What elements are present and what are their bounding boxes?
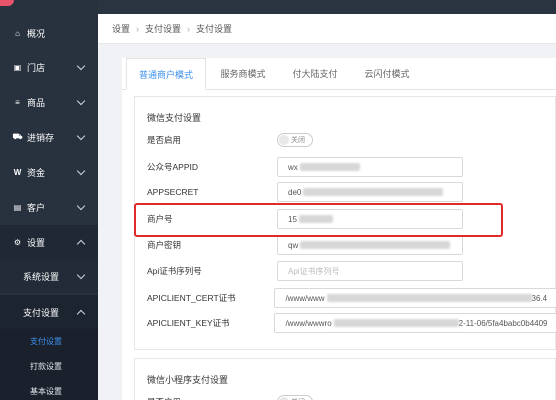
gear-icon: ⚙ <box>13 237 22 247</box>
tab-unionpay[interactable]: 云闪付模式 <box>354 58 420 90</box>
tab-bar: 普通商户模式 服务商模式 付大陆支付 云闪付模式 <box>122 58 556 90</box>
toggle-knob <box>279 135 289 145</box>
input-value: wx <box>288 162 298 172</box>
money-icon: W <box>13 167 22 177</box>
truck-icon: ⛟ <box>12 132 23 141</box>
redacted <box>299 163 360 171</box>
logo <box>0 0 14 6</box>
apiclient-key-input[interactable]: /www/wwwro 2-11-06/5fa4babc0b4409 <box>274 313 556 333</box>
toggle-text: 关闭 <box>291 137 305 144</box>
redacted <box>333 319 459 327</box>
sidebar-leaf-label: 支付设置 <box>30 337 62 346</box>
sidebar-item-inventory[interactable]: ⛟ 进销存 <box>0 120 98 154</box>
mini-enable-row: 是否启用 关闭 <box>147 389 556 400</box>
input-value: /www/www <box>285 293 325 303</box>
breadcrumb-item[interactable]: 设置 <box>112 22 130 35</box>
sidebar-leaf-payment-settings[interactable]: 支付设置 <box>0 329 98 354</box>
breadcrumb-item[interactable]: 支付设置 <box>145 22 181 35</box>
sidebar-item-label: 门店 <box>27 62 46 73</box>
sidebar-item-label: 资金 <box>27 167 46 178</box>
mini-pay-card: 微信小程序支付设置 是否启用 关闭 <box>134 358 556 400</box>
input-value: de0 <box>288 187 302 197</box>
home-icon: ⌂ <box>15 28 20 38</box>
sidebar-leaf-transfer-settings[interactable]: 打款设置 <box>0 354 98 379</box>
sidebar-item-customer[interactable]: ▤ 客户 <box>0 190 98 224</box>
chevron-down-icon <box>76 96 86 105</box>
chevron-up-icon <box>76 309 86 318</box>
redacted <box>326 294 532 302</box>
field-label: APICLIENT_CERT证书 <box>147 293 236 303</box>
api-serial-input[interactable]: Api证书序列号 <box>277 261 463 281</box>
sidebar-leaf-label: 基本设置 <box>30 387 62 396</box>
sidebar-item-store[interactable]: ▣ 门店 <box>0 50 98 84</box>
input-placeholder: Api证书序列号 <box>288 266 340 276</box>
chevron-down-icon <box>76 61 86 70</box>
api-serial-row: Api证书序列号 Api证书序列号 <box>147 258 556 284</box>
field-label: APICLIENT_KEY证书 <box>147 318 230 328</box>
field-label: 是否启用 <box>147 396 277 400</box>
enable-toggle[interactable]: 关闭 <box>277 133 313 147</box>
card-title: 微信支付设置 <box>147 113 202 123</box>
appid-row: 公众号APPID wx <box>147 154 556 180</box>
top-bar <box>98 0 556 14</box>
appsecret-row: APPSECRET de0 <box>147 179 556 205</box>
tab-service-provider[interactable]: 服务商模式 <box>210 58 276 90</box>
chevron-up-icon <box>76 239 86 248</box>
store-icon: ▣ <box>13 62 22 72</box>
apiclient-cert-row: APICLIENT_CERT证书 /www/www 36.4 <box>147 285 556 311</box>
enable-row: 是否启用 关闭 <box>147 127 556 153</box>
sidebar-item-label: 客户 <box>27 202 46 213</box>
chevron-down-icon <box>76 270 86 279</box>
card-title: 微信小程序支付设置 <box>147 375 229 385</box>
chevron-right-icon: › <box>187 23 191 34</box>
sidebar-subitem-payment-settings[interactable]: 支付设置 <box>0 295 98 329</box>
sidebar-leaf-label: 打款设置 <box>30 362 62 371</box>
appsecret-input[interactable]: de0 <box>277 182 463 202</box>
field-label: APPSECRET <box>147 187 199 197</box>
apiclient-key-row: APICLIENT_KEY证书 /www/wwwro 2-11-06/5fa4b… <box>147 310 556 336</box>
field-label: Api证书序列号 <box>147 266 202 276</box>
list-icon: ≡ <box>15 97 20 107</box>
apiclient-cert-input[interactable]: /www/www 36.4 <box>274 288 556 308</box>
sidebar-item-label: 概况 <box>27 28 46 39</box>
sidebar-item-label: 设置 <box>27 237 46 248</box>
sidebar-subitem-label: 系统设置 <box>23 271 60 282</box>
mini-enable-toggle[interactable]: 关闭 <box>277 395 313 400</box>
sidebar-item-label: 商品 <box>27 97 46 108</box>
sidebar: ⌂ 概况 ▣ 门店 ≡ 商品 ⛟ 进销存 W 资金 ▤ 客户 ⚙ 设置 系统设置… <box>0 0 98 400</box>
merchant-key-input[interactable]: qw <box>277 235 463 255</box>
appid-input[interactable]: wx <box>277 157 463 177</box>
id-card-icon: ▤ <box>13 202 22 212</box>
sidebar-leaf-basic-settings[interactable]: 基本设置 <box>0 379 98 400</box>
chevron-down-icon <box>76 166 86 175</box>
tab-normal-merchant[interactable]: 普通商户模式 <box>126 58 206 90</box>
input-value-suffix: 36.4 <box>531 293 548 303</box>
sidebar-subitem-system-settings[interactable]: 系统设置 <box>0 259 98 293</box>
input-value: qw <box>288 240 299 250</box>
sidebar-item-overview[interactable]: ⌂ 概况 <box>0 16 98 50</box>
field-label: 公众号APPID <box>147 162 199 172</box>
field-label: 是否启用 <box>147 135 182 145</box>
sidebar-item-goods[interactable]: ≡ 商品 <box>0 85 98 119</box>
breadcrumb-item-current: 支付设置 <box>196 24 233 34</box>
highlight-box <box>134 203 503 237</box>
chevron-right-icon: › <box>136 23 140 34</box>
chevron-down-icon <box>76 131 86 140</box>
input-value: /www/wwwro <box>285 318 332 328</box>
sidebar-item-label: 进销存 <box>27 132 55 143</box>
redacted <box>300 241 451 249</box>
chevron-down-icon <box>76 201 86 210</box>
field-label: 商户密钥 <box>147 240 182 250</box>
input-value-suffix: 2-11-06/5fa4babc0b4409 <box>458 318 548 328</box>
sidebar-item-funds[interactable]: W 资金 <box>0 155 98 189</box>
tab-mainland-pay[interactable]: 付大陆支付 <box>282 58 348 90</box>
sidebar-item-settings[interactable]: ⚙ 设置 <box>0 225 98 259</box>
redacted <box>303 188 444 196</box>
breadcrumb: 设置 › 支付设置 › 支付设置 <box>98 14 556 44</box>
sidebar-subitem-label: 支付设置 <box>23 307 60 318</box>
